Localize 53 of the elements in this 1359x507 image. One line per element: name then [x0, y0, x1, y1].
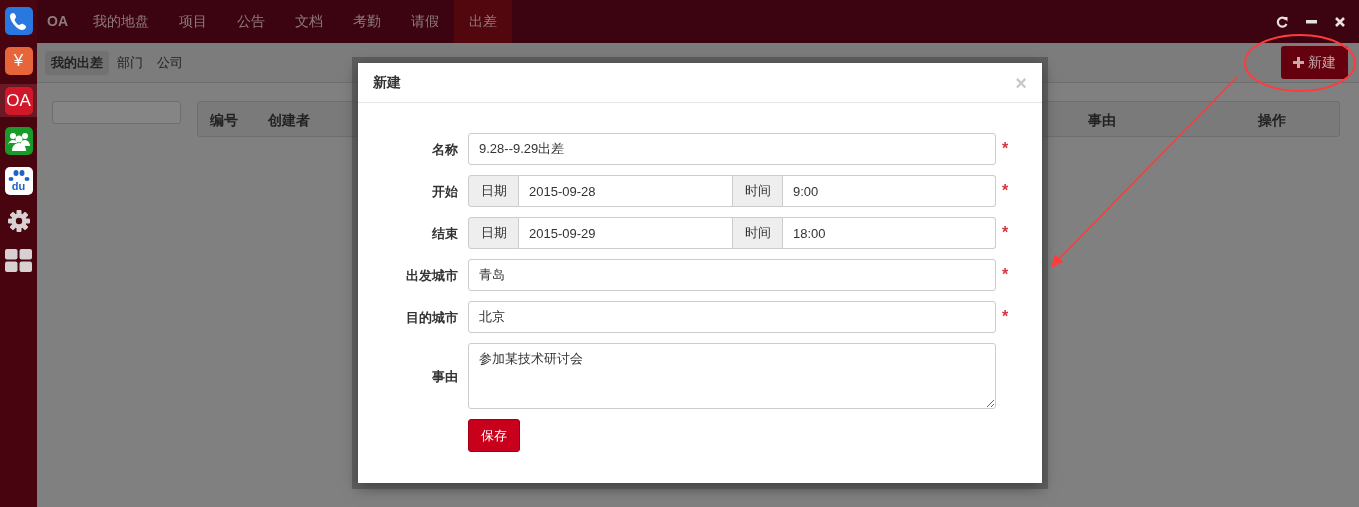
nav-tab[interactable]: 出差	[454, 0, 512, 43]
nav-tab[interactable]: 公告	[222, 0, 280, 43]
column-header: 操作	[1258, 111, 1286, 130]
required-mark: *	[1002, 139, 1009, 157]
input-addon: 日期	[468, 175, 519, 207]
brand-label: OA	[46, 12, 69, 31]
field-label: 目的城市	[405, 309, 458, 327]
field-label: 出发城市	[405, 267, 458, 285]
people-icon	[6, 130, 31, 151]
text-field[interactable]: 青岛	[468, 259, 996, 291]
minimize-icon[interactable]	[1306, 19, 1317, 24]
text-field[interactable]: 9.28--9.29出差	[468, 133, 996, 165]
input-addon: 日期	[468, 217, 519, 249]
grid-icon[interactable]	[5, 249, 32, 272]
field-label: 事由	[431, 368, 458, 386]
nav-tab[interactable]: 考勤	[338, 0, 396, 43]
nav-tab[interactable]: 我的地盘	[78, 0, 164, 43]
text-area[interactable]: 参加某技术研讨会	[468, 343, 996, 409]
nav-tab[interactable]: 文档	[280, 0, 338, 43]
field-label: 结束	[431, 225, 458, 243]
app-button[interactable]: OA	[4, 86, 33, 115]
nav-tab[interactable]: 请假	[396, 0, 454, 43]
text-field[interactable]: 北京	[468, 301, 996, 333]
paw-icon	[7, 169, 30, 181]
required-mark: *	[1002, 223, 1009, 241]
phone-app-button[interactable]	[4, 6, 33, 35]
input-addon: 时间	[732, 175, 783, 207]
new-button[interactable]: 新建	[1281, 46, 1348, 79]
save-button[interactable]: 保存	[468, 419, 520, 452]
plus-icon	[1293, 57, 1304, 68]
refresh-icon[interactable]	[1276, 15, 1288, 28]
paw-app-button[interactable]: du	[4, 166, 33, 195]
column-header: 创建者	[268, 111, 310, 130]
field-label: 名称	[431, 141, 458, 159]
subnav-tab[interactable]: 部门	[111, 50, 149, 75]
time-field[interactable]: 9:00	[783, 175, 996, 207]
required-mark: *	[1002, 181, 1009, 199]
date-field[interactable]: 2015-09-29	[519, 217, 732, 249]
column-header: 编号	[210, 111, 238, 130]
close-icon[interactable]	[1335, 16, 1345, 27]
date-field[interactable]: 2015-09-28	[519, 175, 732, 207]
nav-tab[interactable]: 项目	[164, 0, 222, 43]
app-button[interactable]: ¥	[4, 46, 33, 75]
subnav-tab[interactable]: 公司	[151, 50, 189, 75]
field-label: 开始	[431, 183, 458, 201]
dialog-title: 新建	[373, 73, 401, 92]
contacts-app-button[interactable]	[4, 126, 33, 155]
time-field[interactable]: 18:00	[783, 217, 996, 249]
input-addon: 时间	[732, 217, 783, 249]
required-mark: *	[1002, 307, 1009, 325]
required-mark: *	[1002, 265, 1009, 283]
subnav-tab[interactable]: 我的出差	[45, 50, 109, 75]
column-header: 事由	[1088, 111, 1116, 130]
